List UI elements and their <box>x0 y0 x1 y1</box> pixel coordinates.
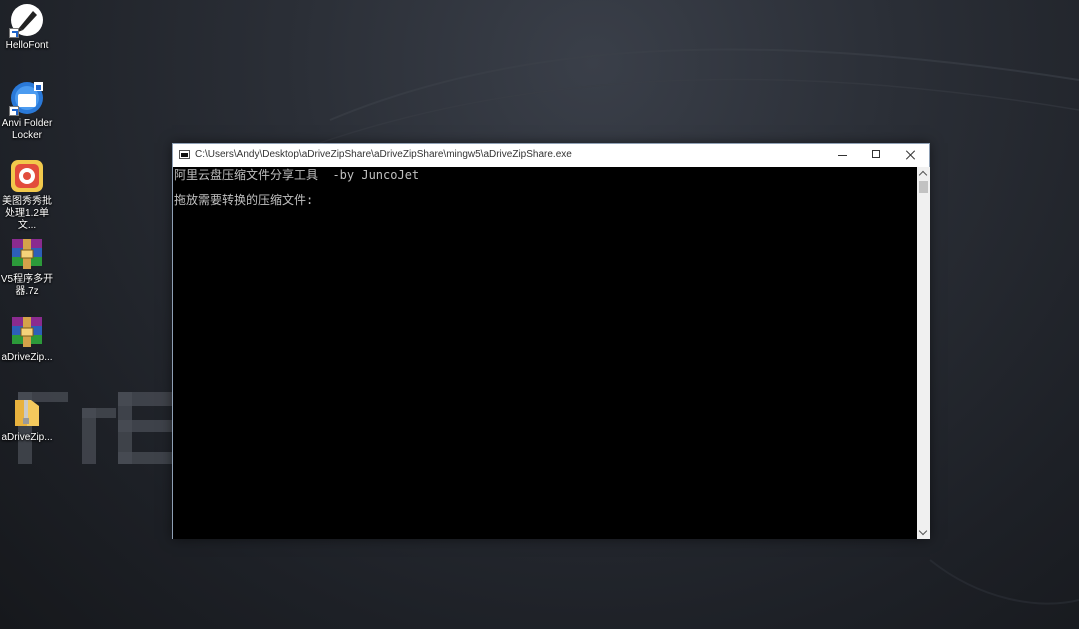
scroll-down-arrow-icon[interactable] <box>917 526 930 539</box>
desktop-icon-adrivezip-folder[interactable]: aDriveZip... <box>0 394 55 444</box>
console-line-header: 阿里云盘压缩文件分享工具 -by JuncoJet <box>174 168 420 182</box>
desktop-icon-label: aDriveZip... <box>1 352 53 363</box>
photo-batch-icon <box>9 158 45 194</box>
scroll-thumb[interactable] <box>919 181 928 193</box>
desktop-icon-label: 美图秀秀批处理1.2单文... <box>2 196 52 231</box>
shortcut-arrow-icon <box>9 106 19 116</box>
maximize-button[interactable] <box>860 144 894 167</box>
desktop-icon-meitu-batch[interactable]: 美图秀秀批处理1.2单文... <box>0 158 55 232</box>
desktop-icon-label: aDriveZip... <box>1 432 53 443</box>
pen-app-icon <box>9 2 45 38</box>
desktop-icon-v5-archive[interactable]: V5程序多开器.7z <box>0 236 55 298</box>
vertical-scrollbar[interactable] <box>917 167 930 539</box>
window-title: C:\Users\Andy\Desktop\aDriveZipShare\aDr… <box>195 149 572 160</box>
scroll-up-arrow-icon[interactable] <box>917 167 930 180</box>
console-line-prompt: 拖放需要转换的压缩文件: <box>174 193 314 207</box>
shortcut-arrow-icon <box>9 28 19 38</box>
desktop-icon-label: HelloFont <box>5 40 49 51</box>
folder-lock-icon <box>9 80 45 116</box>
console-output[interactable]: 阿里云盘压缩文件分享工具 -by JuncoJet 拖放需要转换的压缩文件: <box>173 167 917 539</box>
desktop-icon-hellofont[interactable]: HelloFont <box>0 2 55 52</box>
title-bar[interactable]: C:\Users\Andy\Desktop\aDriveZipShare\aDr… <box>173 144 929 167</box>
winrar-archive-icon <box>9 236 45 272</box>
minimize-button[interactable] <box>826 144 860 167</box>
console-window[interactable]: C:\Users\Andy\Desktop\aDriveZipShare\aDr… <box>172 143 930 539</box>
desktop-icon-anvi-folder-locker[interactable]: Anvi Folder Locker <box>0 80 55 142</box>
console-app-icon <box>179 150 190 159</box>
desktop-icon-label: Anvi Folder Locker <box>1 118 53 141</box>
close-button[interactable] <box>894 144 928 167</box>
zip-folder-icon <box>9 394 45 430</box>
desktop-icon-adrivezip-archive[interactable]: aDriveZip... <box>0 314 55 364</box>
winrar-archive-icon <box>9 314 45 350</box>
desktop-icon-label: V5程序多开器.7z <box>0 274 54 297</box>
